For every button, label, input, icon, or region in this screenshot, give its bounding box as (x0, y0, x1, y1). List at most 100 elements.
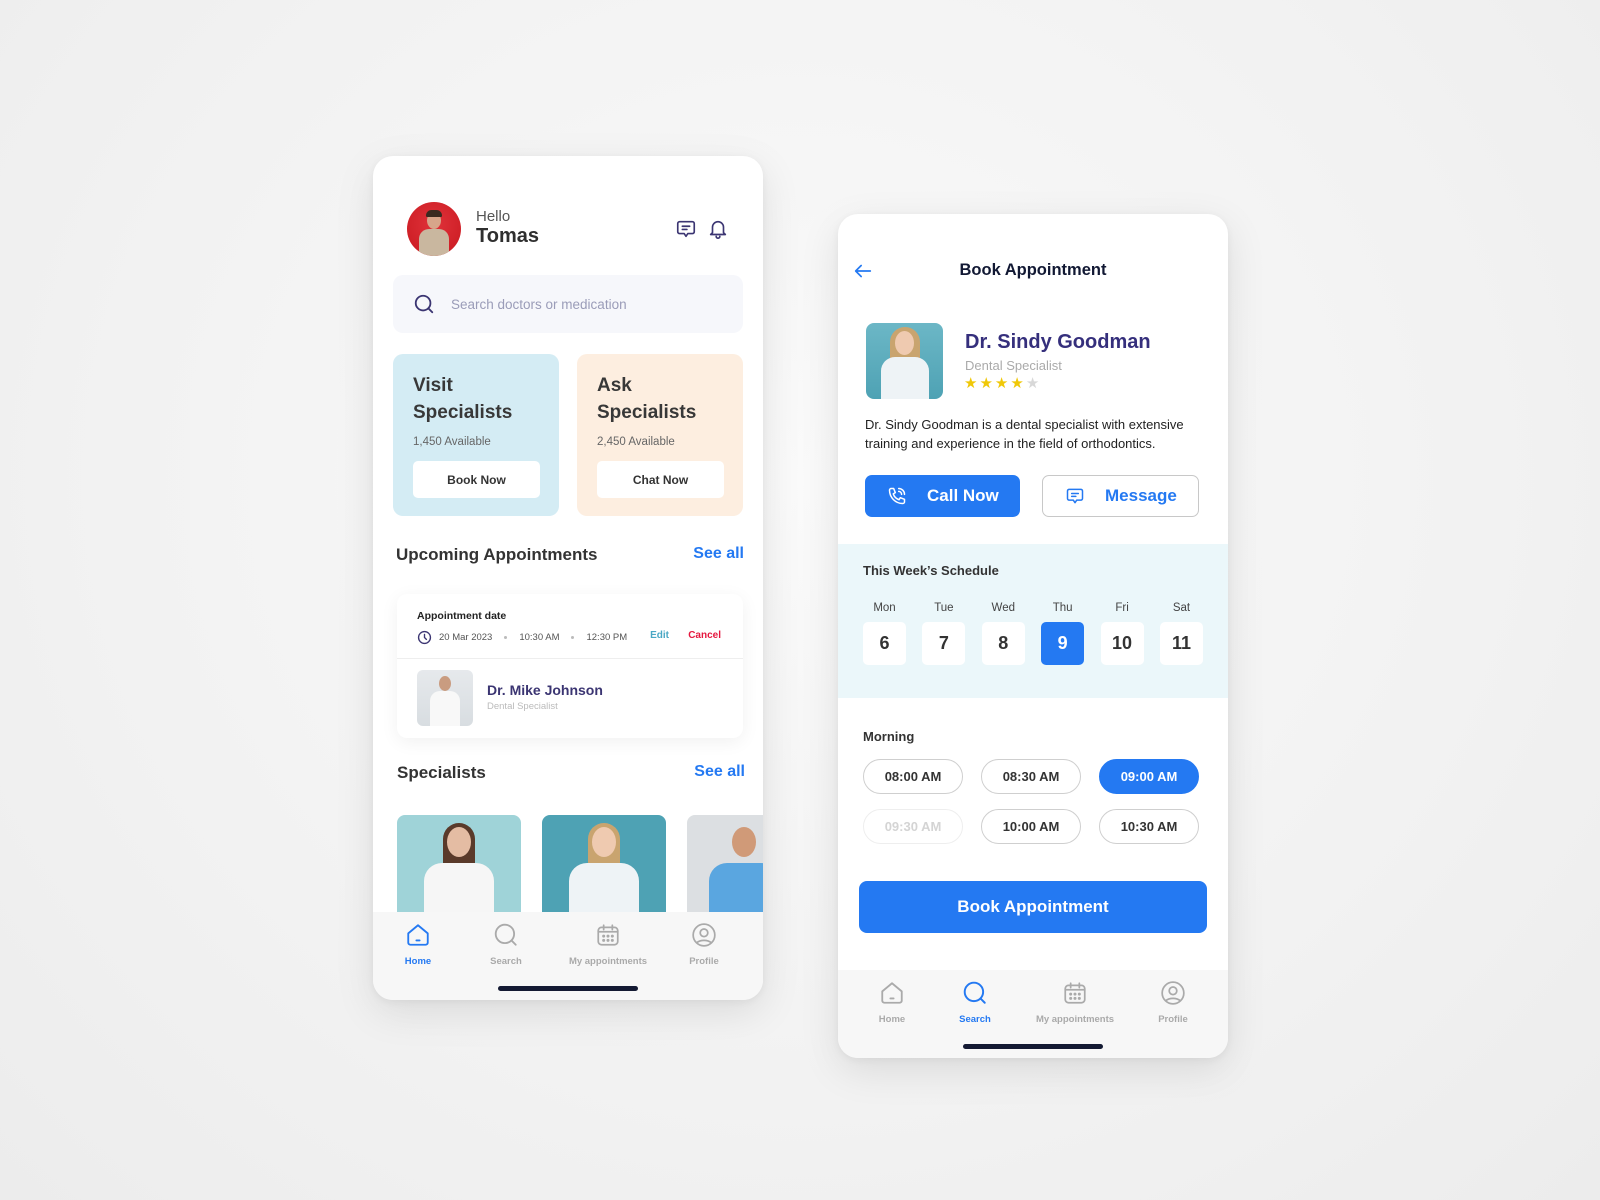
tab-profile[interactable]: Profile (659, 922, 749, 967)
day-name: Thu (1052, 602, 1073, 614)
divider (397, 658, 743, 659)
time-slot-disabled: 09:30 AM (863, 809, 963, 844)
bottom-tab-bar: Home Search My appointments Profile (373, 912, 763, 1000)
user-name: Tomas (476, 225, 539, 247)
tab-label: Search (959, 1014, 991, 1025)
page-title: Book Appointment (959, 261, 1107, 279)
separator-dot (571, 635, 575, 639)
visit-specialists-card: Visit Specialists 1,450 Available Book N… (393, 354, 559, 516)
tab-label: Home (878, 1014, 906, 1025)
day-thu[interactable]: Thu 9 (1041, 602, 1085, 665)
day-date: 7 (922, 622, 966, 665)
user-avatar[interactable] (407, 202, 461, 256)
day-name: Mon (873, 602, 896, 614)
rating-stars: ★ ★ ★ ★ ★ (964, 376, 1039, 391)
appointment-date: 20 Mar 2023 (439, 631, 493, 643)
promo-title-line2: Specialists (413, 402, 513, 423)
time-slot[interactable]: 10:30 AM (1099, 809, 1199, 844)
bell-icon[interactable] (707, 218, 729, 240)
promo-title-line2: Specialists (597, 402, 697, 423)
specialist-card[interactable] (397, 815, 521, 925)
home-indicator (963, 1044, 1103, 1049)
tab-label: Search (490, 956, 522, 967)
star-filled-icon: ★ (964, 375, 978, 392)
message-label: Message (1105, 486, 1177, 505)
chat-bubble-icon[interactable] (675, 218, 697, 240)
upcoming-see-all-link[interactable]: See all (693, 545, 744, 563)
search-icon (962, 980, 988, 1006)
book-now-button[interactable]: Book Now (413, 461, 540, 498)
tab-search[interactable]: Search (461, 922, 551, 967)
day-wed[interactable]: Wed 8 (981, 602, 1025, 665)
home-screen: Hello Tomas Visit Specialists (373, 156, 763, 1000)
edit-appointment-link[interactable]: Edit (650, 630, 669, 641)
star-empty-icon: ★ (1025, 375, 1040, 392)
day-date: 10 (1100, 622, 1144, 665)
home-header: Hello Tomas (407, 202, 729, 256)
cancel-appointment-link[interactable]: Cancel (688, 630, 721, 641)
tab-home[interactable]: Home (373, 922, 463, 967)
tab-search[interactable]: Search (930, 980, 1020, 1025)
clock-icon (417, 630, 432, 645)
search-bar (393, 275, 743, 333)
profile-icon (691, 922, 717, 948)
specialists-carousel (397, 815, 763, 925)
day-mon[interactable]: Mon 6 (863, 602, 906, 665)
appointment-start-time: 10:30 AM (519, 631, 560, 643)
star-filled-icon: ★ (979, 375, 993, 392)
day-name: Sat (1172, 602, 1191, 614)
chat-bubble-icon (1065, 486, 1085, 506)
search-input[interactable] (451, 275, 733, 333)
day-sat[interactable]: Sat 11 (1159, 602, 1203, 665)
home-icon (405, 922, 431, 948)
phone-call-icon (887, 486, 907, 506)
book-appointment-screen: Book Appointment Dr. Sindy Goodman Denta… (838, 214, 1228, 1058)
upcoming-appointments-title: Upcoming Appointments (396, 545, 598, 564)
day-tue[interactable]: Tue 7 (922, 602, 966, 665)
message-button[interactable]: Message (1042, 475, 1199, 517)
specialists-see-all-link[interactable]: See all (694, 763, 745, 781)
promo-title-line1: Visit (413, 375, 453, 396)
doctor-specialty: Dental Specialist (965, 358, 1062, 373)
tab-my-appointments[interactable]: My appointments (558, 922, 658, 967)
calendar-icon (595, 922, 621, 948)
chat-now-button[interactable]: Chat Now (597, 461, 724, 498)
time-slot[interactable]: 08:00 AM (863, 759, 963, 794)
day-name: Wed (991, 602, 1015, 614)
tab-label: My appointments (1035, 1014, 1115, 1025)
tab-profile[interactable]: Profile (1128, 980, 1218, 1025)
call-now-button[interactable]: Call Now (865, 475, 1020, 517)
specialist-card[interactable] (687, 815, 763, 925)
specialist-card[interactable] (542, 815, 666, 925)
time-slot[interactable]: 08:30 AM (981, 759, 1081, 794)
time-slot-grid: 08:00 AM 08:30 AM 09:00 AM 09:30 AM 10:0… (863, 759, 1199, 844)
search-icon (493, 922, 519, 948)
time-slot-selected[interactable]: 09:00 AM (1099, 759, 1199, 794)
appointment-end-time: 12:30 PM (586, 631, 628, 643)
time-slot[interactable]: 10:00 AM (981, 809, 1081, 844)
appointment-card[interactable]: Appointment date 20 Mar 2023 10:30 AM 12… (397, 594, 743, 738)
specialists-title: Specialists (397, 763, 486, 782)
star-filled-icon: ★ (994, 375, 1009, 392)
doctor-photo (866, 323, 943, 399)
doctor-photo (417, 670, 473, 726)
star-filled-icon: ★ (1010, 375, 1024, 392)
greeting-text: Hello (476, 208, 511, 225)
tab-my-appointments[interactable]: My appointments (1025, 980, 1125, 1025)
promo-available-count: 2,450 Available (597, 436, 675, 448)
doctor-bio: Dr. Sindy Goodman is a dental specialist… (865, 417, 1184, 451)
bottom-tab-bar: Home Search My appointments Profile (838, 970, 1228, 1058)
week-schedule: This Week’s Schedule Mon 6 Tue 7 Wed 8 T… (838, 544, 1228, 698)
day-fri[interactable]: Fri 10 (1100, 602, 1144, 665)
home-icon (879, 980, 905, 1006)
morning-section-title: Morning (863, 729, 915, 744)
day-name: Tue (934, 602, 954, 614)
appointment-date-label: Appointment date (417, 610, 507, 622)
doctor-specialty: Dental Specialist (487, 701, 558, 712)
day-name: Fri (1115, 602, 1129, 614)
book-appointment-button[interactable]: Book Appointment (859, 881, 1207, 933)
day-date: 8 (981, 622, 1025, 665)
tab-home[interactable]: Home (847, 980, 937, 1025)
doctor-name: Dr. Sindy Goodman (965, 331, 1151, 353)
day-date: 11 (1159, 622, 1203, 665)
